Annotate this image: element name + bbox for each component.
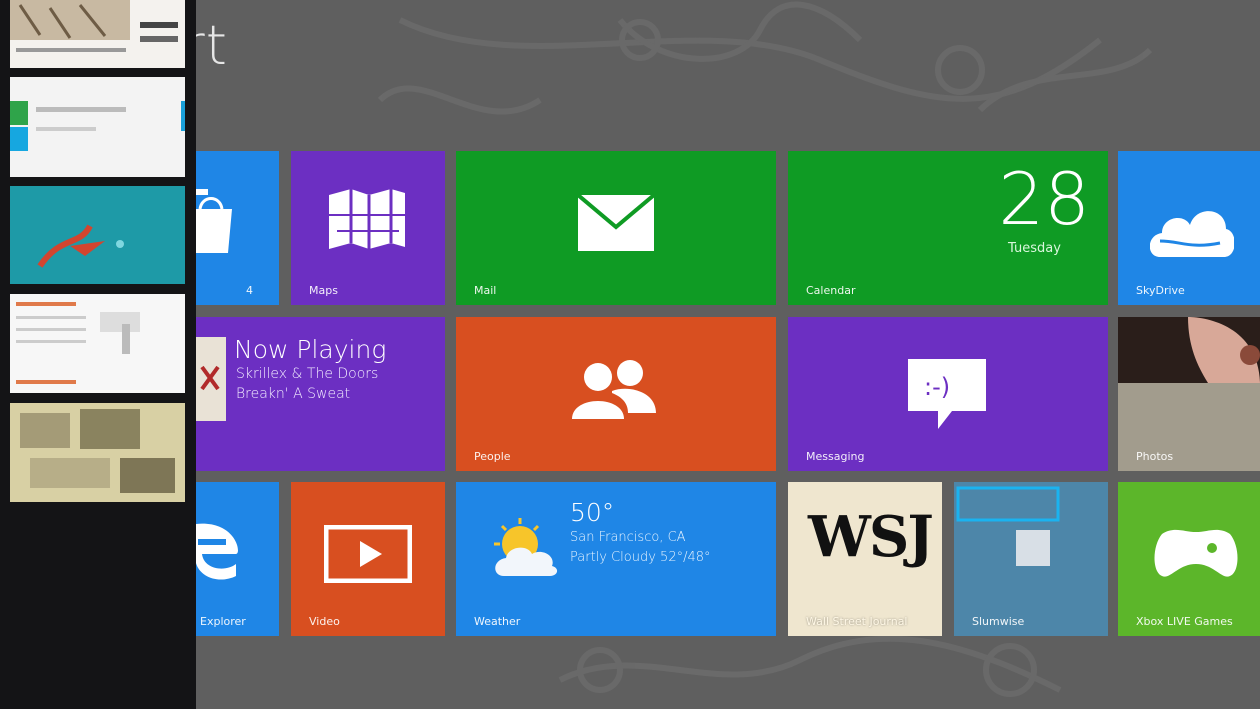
tile-store-count: 4 <box>246 284 253 297</box>
tile-mail[interactable]: Mail <box>456 151 776 305</box>
calendar-date: 28 <box>998 157 1090 241</box>
tile-skydrive[interactable]: SkyDrive <box>1118 151 1260 305</box>
now-playing-heading: Now Playing <box>234 335 387 364</box>
tile-ie-label: Explorer <box>200 615 246 628</box>
app-logo-icon <box>956 486 1060 566</box>
app-switcher <box>0 0 196 709</box>
tile-slumwise-label: Slumwise <box>972 615 1025 628</box>
tile-maps-label: Maps <box>309 284 338 297</box>
album-art <box>196 337 226 421</box>
tile-photos-label: Photos <box>1136 450 1174 463</box>
weather-temperature: 50° <box>570 498 615 527</box>
now-playing-track: Breakn' A Sweat <box>236 386 351 402</box>
tile-music[interactable]: Now Playing Skrillex & The Doors Breakn'… <box>196 317 445 471</box>
app-thumbnail-3[interactable] <box>10 186 185 284</box>
app-thumbnail-2[interactable] <box>10 77 185 177</box>
app-thumbnail-1[interactable] <box>10 0 185 68</box>
tile-wsj[interactable]: WSJ Wall Street Journal <box>788 482 942 636</box>
tile-store[interactable]: 4 <box>196 151 279 305</box>
tile-video[interactable]: Video <box>291 482 445 636</box>
people-icon <box>572 360 656 419</box>
tile-photos[interactable]: Photos <box>1118 317 1260 471</box>
envelope-icon <box>578 195 654 251</box>
tile-xbox[interactable]: Xbox LIVE Games <box>1118 482 1260 636</box>
tile-weather-label: Weather <box>474 615 521 628</box>
tile-wsj-label: Wall Street Journal <box>806 615 908 628</box>
play-icon <box>324 525 412 583</box>
cloud-icon <box>1150 211 1234 257</box>
speech-bubble-icon: :-) <box>908 359 986 429</box>
gamepad-icon <box>1154 529 1238 577</box>
sun-cloud-icon <box>494 518 558 576</box>
tile-xbox-label: Xbox LIVE Games <box>1136 615 1233 628</box>
photo-image <box>1118 317 1260 471</box>
weather-conditions: Partly Cloudy 52°/48° <box>570 550 711 565</box>
app-thumbnail-4[interactable] <box>10 294 185 393</box>
calendar-weekday: Tuesday <box>1008 241 1061 256</box>
start-title: Start <box>196 14 228 77</box>
map-icon <box>329 189 405 249</box>
app-thumbnail-5[interactable] <box>10 403 185 502</box>
tile-people-label: People <box>474 450 511 463</box>
tile-video-label: Video <box>309 615 340 628</box>
shopping-bag-icon <box>196 189 232 253</box>
tile-slumwise[interactable]: Slumwise <box>954 482 1108 636</box>
tile-people[interactable]: People <box>456 317 776 471</box>
weather-location: San Francisco, CA <box>570 530 686 545</box>
tile-calendar[interactable]: 28 Tuesday Calendar <box>788 151 1108 305</box>
tile-mail-label: Mail <box>474 284 497 297</box>
tile-calendar-label: Calendar <box>806 284 856 297</box>
internet-explorer-icon <box>196 523 238 580</box>
tile-skydrive-label: SkyDrive <box>1136 284 1185 297</box>
tile-ie[interactable]: Explorer <box>196 482 279 636</box>
tile-messaging[interactable]: :-) Messaging <box>788 317 1108 471</box>
wsj-logo: WSJ <box>808 504 934 570</box>
tile-maps[interactable]: Maps <box>291 151 445 305</box>
tile-messaging-label: Messaging <box>806 450 865 463</box>
tile-weather[interactable]: 50° San Francisco, CA Partly Cloudy 52°/… <box>456 482 776 636</box>
now-playing-artist: Skrillex & The Doors <box>236 366 379 382</box>
svg-text::-): :-) <box>924 373 950 401</box>
